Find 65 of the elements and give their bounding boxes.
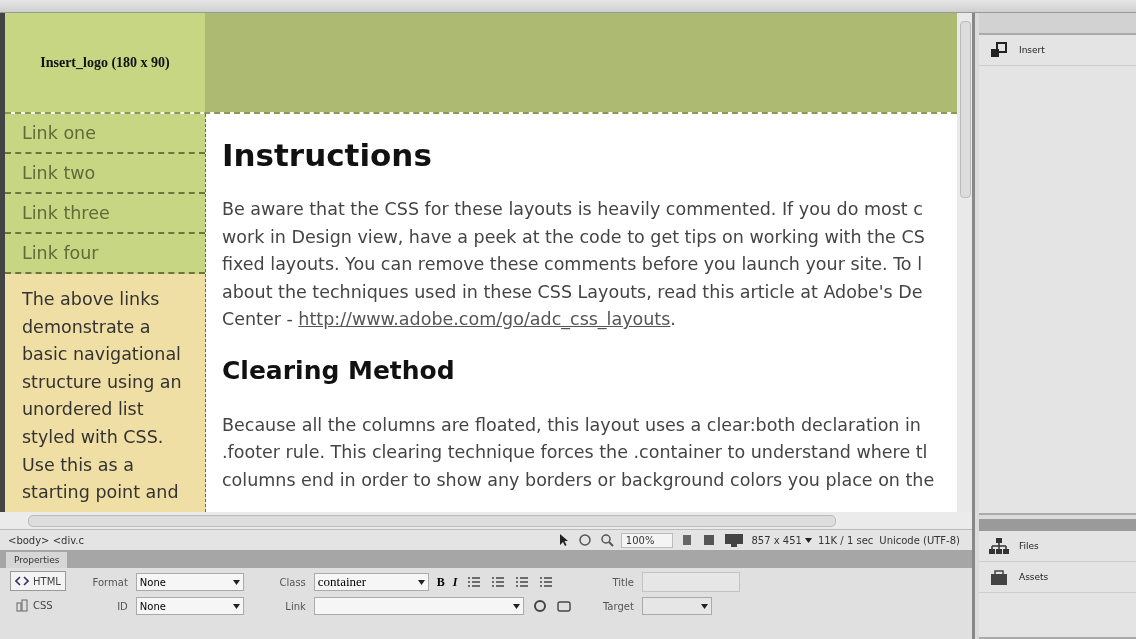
folder-icon[interactable]: [555, 598, 572, 614]
list-icon[interactable]: [489, 575, 506, 589]
article-link[interactable]: http://www.adobe.com/go/adc_css_layouts: [298, 309, 671, 329]
field-label: Target: [601, 600, 634, 612]
panel-item[interactable]: Assets: [979, 562, 1136, 593]
mode-button[interactable]: HTML: [10, 571, 66, 591]
scroll-thumb[interactable]: [960, 21, 971, 198]
panel-tab[interactable]: Properties: [6, 552, 68, 568]
encoding: Unicode (UTF-8): [879, 534, 960, 546]
download-time: 11K / 1 sec: [817, 534, 874, 546]
section-heading: Clearing Method: [222, 354, 456, 387]
bold-button[interactable]: B: [436, 574, 445, 590]
panel-item[interactable]: Files: [979, 531, 1136, 562]
caret-icon: [804, 537, 812, 543]
body-text: Because all the columns are floated, this layout uses a clear:both declaration in: [222, 413, 922, 437]
zoom-icon[interactable]: [598, 532, 615, 548]
css-icon: [15, 598, 29, 612]
outdent-icon[interactable]: [537, 575, 554, 589]
caret-icon: [417, 579, 425, 585]
dropdown[interactable]: None: [135, 573, 244, 591]
punctuation: .: [670, 309, 676, 329]
caret-icon: [512, 603, 520, 609]
panel-item[interactable]: Insert: [979, 35, 1136, 66]
caret-icon: [700, 603, 708, 609]
section-heading: Instructions: [222, 136, 433, 175]
nav-link[interactable]: Link one: [5, 114, 205, 154]
body-text: .footer rule. This clearing technique forces the .container to understand where tl: [222, 441, 929, 464]
field-label: Link: [284, 600, 306, 612]
title-field[interactable]: [641, 572, 740, 592]
monitor-icon[interactable]: [723, 532, 746, 548]
indent-icon[interactable]: [513, 575, 530, 589]
window-size[interactable]: 857 x 451: [751, 534, 812, 546]
sidebar-note: The above links demonstrate a basic navigational structure using an unordered list styled with CSS. Use this as a starting point and: [21, 288, 183, 505]
image-placeholder[interactable]: Insert_logo (180 x 90): [5, 13, 205, 112]
dropdown[interactable]: container: [313, 573, 429, 591]
scroll-thumb[interactable]: [28, 515, 836, 527]
insert-icon: [989, 41, 1009, 59]
body-text: about the techniques used in these CSS Layouts, read this article at Adobe's De: [222, 280, 924, 304]
zoom-select[interactable]: 100%: [620, 532, 674, 548]
field-label: ID: [116, 600, 128, 612]
briefcase-icon: [989, 568, 1009, 586]
body-text: columns end in order to show any borders or background colors you place on the: [222, 468, 936, 492]
mode-button[interactable]: CSS: [10, 595, 66, 615]
nav-link[interactable]: Link three: [5, 194, 205, 234]
list-icon[interactable]: [465, 575, 482, 589]
vertical-scrollbar[interactable]: [957, 13, 972, 512]
caret-icon: [232, 579, 240, 585]
dropdown[interactable]: [313, 597, 524, 615]
horizontal-scrollbar[interactable]: [0, 512, 972, 529]
body-text: Be aware that the CSS for these layouts is heavily commented. If you do most c: [222, 198, 924, 221]
sitemap-icon: [989, 537, 1009, 555]
caret-icon: [232, 603, 240, 609]
tag-selector[interactable]: <body> <div.c: [8, 534, 84, 546]
body-text: work in Design view, have a peek at the code to get tips on working with the CS: [222, 225, 926, 249]
field-label: Title: [611, 576, 634, 588]
italic-button[interactable]: I: [452, 574, 458, 590]
nav-link[interactable]: Link two: [5, 154, 205, 194]
dropdown[interactable]: None: [135, 597, 244, 615]
field-label: Class: [278, 576, 306, 588]
body-text: fixed layouts. You can remove these comments before you launch your site. To l: [222, 253, 923, 276]
nav-link[interactable]: Link four: [5, 234, 205, 274]
target-icon[interactable]: [531, 598, 548, 614]
body-text: Center -: [222, 309, 294, 329]
field-label: Format: [91, 576, 128, 588]
code-icon: [15, 574, 29, 588]
